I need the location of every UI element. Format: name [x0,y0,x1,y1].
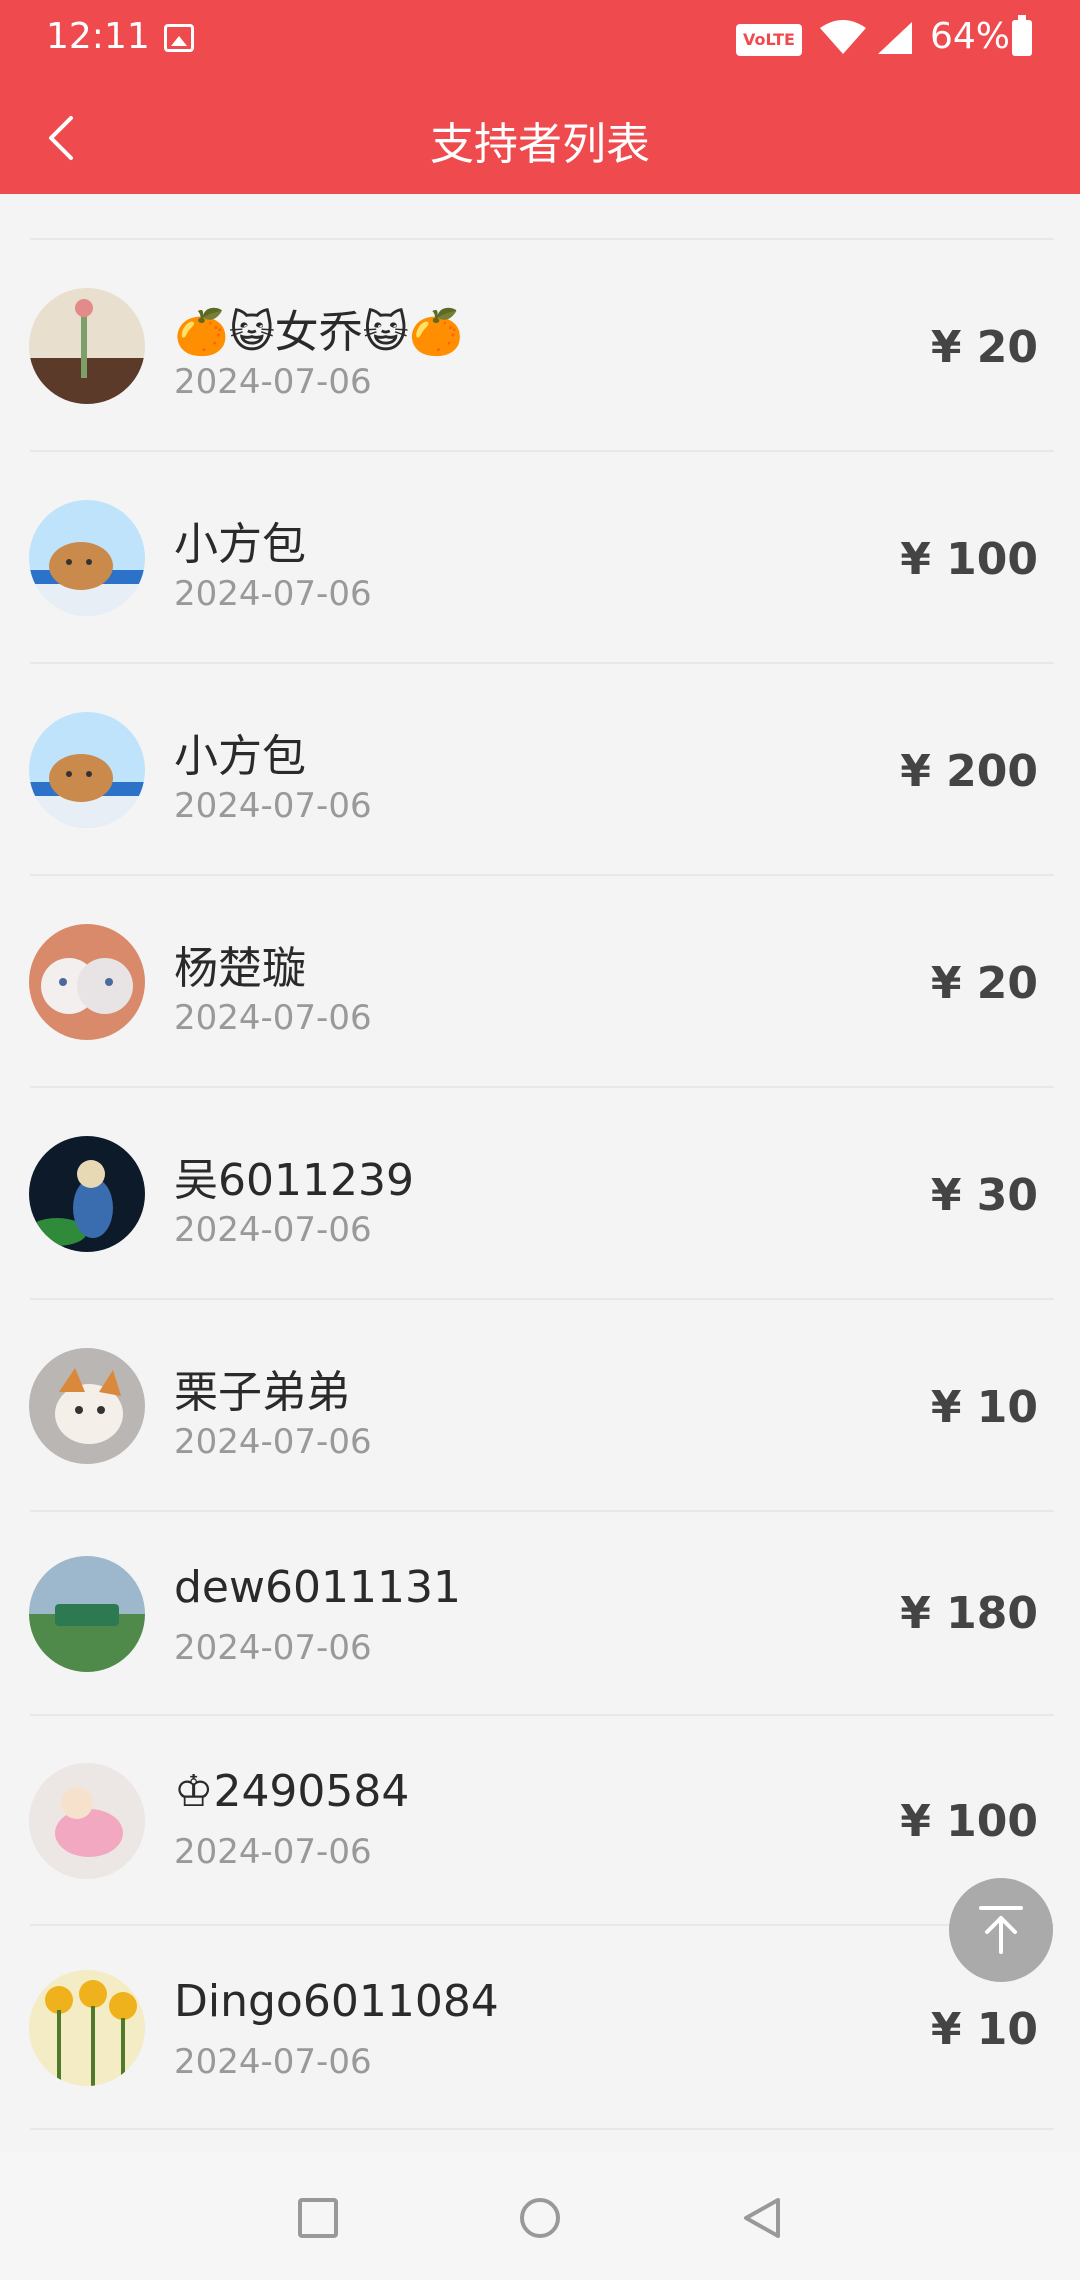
avatar [29,712,145,828]
avatar [29,500,145,616]
supporter-row[interactable]: ♔2490584 2024-07-06 ¥ 100 [0,1716,1080,1926]
volte-badge: VoLTE [736,24,802,56]
support-date: 2024-07-06 [174,1210,372,1250]
support-date: 2024-07-06 [174,786,372,826]
supporter-name: 杨楚璇 [174,943,306,994]
support-amount: ¥ 10 [930,2004,1038,2055]
support-amount: ¥ 100 [900,534,1038,585]
supporter-row[interactable]: 吴6011239 2024-07-06 ¥ 30 [0,1088,1080,1300]
scroll-to-top-button[interactable] [949,1878,1053,1982]
supporter-row[interactable]: dew6011131 2024-07-06 ¥ 180 [0,1512,1080,1716]
supporter-name: 吴6011239 [174,1155,414,1206]
page-title: 支持者列表 [430,119,650,170]
status-time: 12:11 [46,16,150,57]
image-notification-icon [164,24,194,52]
supporter-row[interactable]: 小方包 2024-07-06 ¥ 100 [0,452,1080,664]
supporter-name: 小方包 [174,519,306,570]
supporter-name: 栗子弟弟 [174,1367,350,1418]
support-date: 2024-07-06 [174,362,372,402]
battery-icon [1012,15,1032,56]
supporter-name: 🍊😺女乔😺🍊 [174,307,464,358]
battery-percentage: 64% [930,16,1011,57]
triangle-back-icon[interactable] [740,2196,784,2240]
support-date: 2024-07-06 [174,1628,372,1668]
supporter-row[interactable]: 🍊😺女乔😺🍊 2024-07-06 ¥ 20 [0,240,1080,452]
arrow-up-to-top-icon [979,1906,1023,1954]
supporter-row[interactable]: 小方包 2024-07-06 ¥ 200 [0,664,1080,876]
support-date: 2024-07-06 [174,574,372,614]
supporter-row[interactable]: 杨楚璇 2024-07-06 ¥ 20 [0,876,1080,1088]
signal-icon [878,22,912,54]
support-amount: ¥ 200 [900,746,1038,797]
avatar [29,1556,145,1672]
supporter-row[interactable]: Dingo6011084 2024-07-06 ¥ 10 [0,1926,1080,2130]
avatar [29,1763,145,1879]
support-date: 2024-07-06 [174,1832,372,1872]
avatar [29,924,145,1040]
divider [30,2128,1054,2130]
support-amount: ¥ 20 [930,958,1038,1009]
status-bar: 12:11 VoLTE 64% [0,0,1080,80]
supporter-name: ♔2490584 [174,1766,410,1817]
wifi-icon [820,20,866,54]
avatar [29,1136,145,1252]
app-bar: 支持者列表 [0,80,1080,194]
support-date: 2024-07-06 [174,2042,372,2082]
support-date: 2024-07-06 [174,1422,372,1462]
support-amount: ¥ 100 [900,1796,1038,1847]
square-recents-icon[interactable] [298,2198,338,2238]
system-nav-bar [0,2152,1080,2280]
circle-home-icon[interactable] [520,2198,560,2238]
support-amount: ¥ 10 [930,1382,1038,1433]
avatar [29,288,145,404]
supporter-name: dew6011131 [174,1562,461,1613]
supporter-name: 小方包 [174,731,306,782]
support-amount: ¥ 20 [930,322,1038,373]
support-amount: ¥ 180 [900,1588,1038,1639]
support-date: 2024-07-06 [174,998,372,1038]
avatar [29,1970,145,2086]
supporter-row[interactable]: 栗子弟弟 2024-07-06 ¥ 10 [0,1300,1080,1512]
avatar [29,1348,145,1464]
supporter-name: Dingo6011084 [174,1976,499,2027]
support-amount: ¥ 30 [930,1170,1038,1221]
